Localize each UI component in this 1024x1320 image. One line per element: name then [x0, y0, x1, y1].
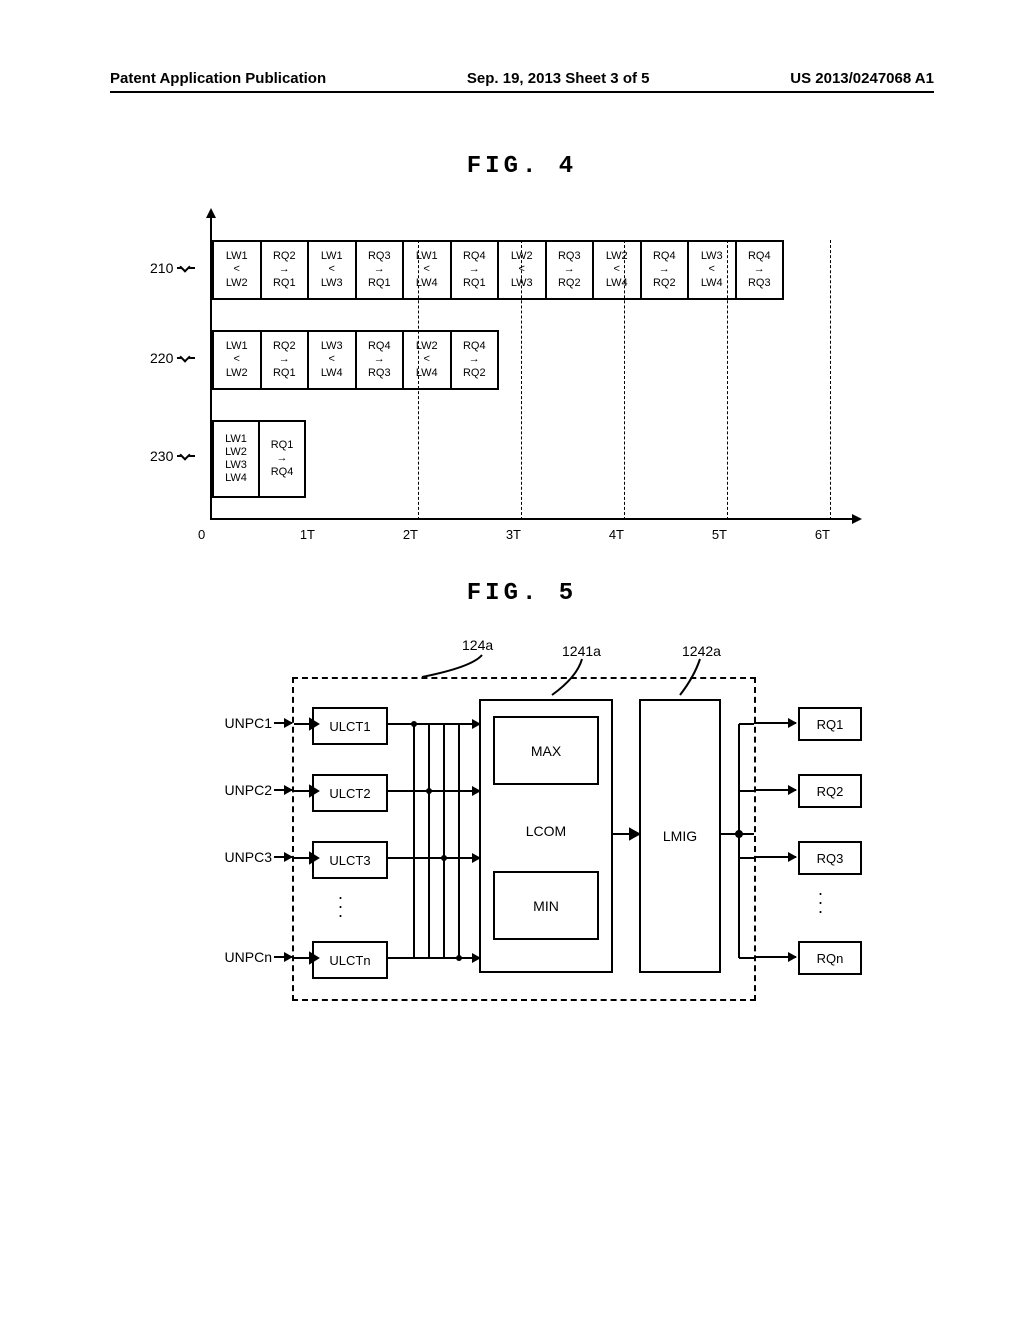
row-label-220: 220 [150, 350, 195, 366]
chart-cell: RQ4→RQ3 [355, 330, 405, 390]
chart-row-230: LW1LW2LW3LW4RQ1→RQ4 [212, 420, 304, 498]
arrow-icon [274, 856, 292, 858]
tick-label: 5T [624, 527, 727, 542]
arrow-icon [274, 956, 292, 958]
leader-icon [177, 455, 195, 457]
chart-row-210: LW1<LW2RQ2→RQ1LW1<LW3RQ3→RQ1LW1<LW4RQ4→R… [212, 240, 782, 300]
leader-icon [177, 357, 195, 359]
chart-cell: RQ2→RQ1 [260, 240, 310, 300]
chart-row-220: LW1<LW2RQ2→RQ1LW3<LW4RQ4→RQ3LW2<LW4RQ4→R… [212, 330, 497, 390]
input-label: UNPCn [182, 949, 272, 965]
chart-cell: RQ4→RQ2 [640, 240, 690, 300]
gridline [830, 240, 831, 520]
fig4-chart: 210 220 230 LW1<LW2RQ2→RQ1LW1<LW3RQ3→RQ1… [150, 210, 850, 530]
chart-cell: LW1<LW3 [307, 240, 357, 300]
vdots-icon: ... [818, 885, 823, 912]
chart-cell: RQ4→RQ3 [735, 240, 785, 300]
chart-cell: RQ4→RQ1 [450, 240, 500, 300]
x-ticks: 1T 2T 3T 4T 5T 6T [212, 527, 830, 542]
tick-label: 6T [727, 527, 830, 542]
chart-cell: LW2<LW4 [592, 240, 642, 300]
chart-cell: RQ2→RQ1 [260, 330, 310, 390]
leader-icon [177, 267, 195, 269]
chart-cell: RQ1→RQ4 [258, 420, 306, 498]
chart-cell: RQ4→RQ2 [450, 330, 500, 390]
chart-cell: RQ3→RQ1 [355, 240, 405, 300]
tick-label: 3T [418, 527, 521, 542]
chart-cell: LW1<LW2 [212, 240, 262, 300]
rq-box: RQ3 [798, 841, 862, 875]
chart-cell: LW2<LW3 [497, 240, 547, 300]
arrow-icon [754, 856, 796, 858]
input-label: UNPC1 [182, 715, 272, 731]
arrow-icon [274, 722, 292, 724]
header-right: US 2013/0247068 A1 [790, 70, 934, 87]
chart-cell: LW3<LW4 [687, 240, 737, 300]
header-left: Patent Application Publication [110, 70, 326, 87]
header-center: Sep. 19, 2013 Sheet 3 of 5 [467, 70, 650, 87]
page-header: Patent Application Publication Sep. 19, … [110, 70, 934, 93]
rq-box: RQ2 [798, 774, 862, 808]
rq-box: RQn [798, 941, 862, 975]
arrow-icon [754, 789, 796, 791]
tick-label: 0 [198, 527, 205, 542]
chart-cell: RQ3→RQ2 [545, 240, 595, 300]
tick-label: 1T [212, 527, 315, 542]
x-axis [210, 518, 860, 520]
row-label-230: 230 [150, 448, 195, 464]
arrow-icon [274, 789, 292, 791]
chart-cell: LW2<LW4 [402, 330, 452, 390]
arrow-icon [754, 722, 796, 724]
fig4-title: FIG. 4 [110, 153, 934, 180]
chart-cell: LW1LW2LW3LW4 [212, 420, 260, 498]
tick-label: 2T [315, 527, 418, 542]
rq-box: RQ1 [798, 707, 862, 741]
fig5-title: FIG. 5 [110, 580, 934, 607]
wiring [294, 679, 754, 999]
input-label: UNPC3 [182, 849, 272, 865]
tick-label: 4T [521, 527, 624, 542]
arrow-icon [754, 956, 796, 958]
chart-cell: LW1<LW2 [212, 330, 262, 390]
chart-cell: LW3<LW4 [307, 330, 357, 390]
chart-cell: LW1<LW4 [402, 240, 452, 300]
row-label-210: 210 [150, 260, 195, 276]
fig5-diagram: 124a 1241a 1242a ULCT1 ULCT2 ULCT3 ULCTn… [182, 637, 862, 1007]
module-boundary: ULCT1 ULCT2 ULCT3 ULCTn ... MAX LCOM MIN… [292, 677, 756, 1001]
input-label: UNPC2 [182, 782, 272, 798]
